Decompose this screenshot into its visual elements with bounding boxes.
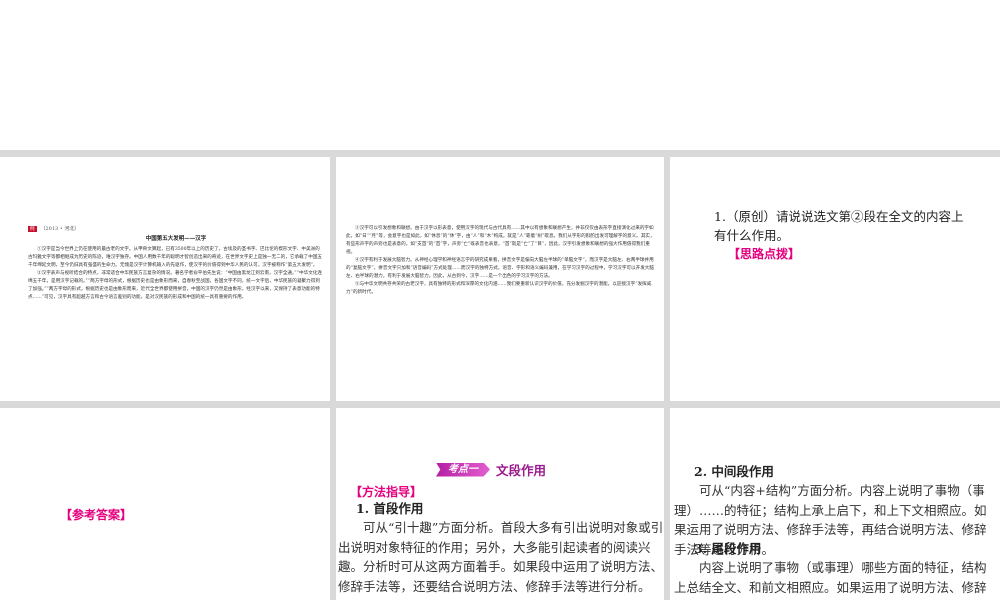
slide-method-guide: 【方法指导】 1. 首段作用 可从“引十趣”方面分析。首段大多有引出说明对象或引…: [336, 408, 664, 600]
section-badge: 考点一: [436, 462, 490, 477]
slide-question: 1.（原创）请说说选文第②段在全文的内容上有什么作用。 【思路点拨】: [670, 157, 1000, 401]
slide-answer: 【参考答案】: [0, 408, 330, 600]
answer-tag: 【参考答案】: [60, 508, 133, 522]
example-badge: 例: [28, 225, 37, 232]
example-body: ①汉字是当今世界上仍在使用的最古老的文字。从甲骨文算起，已有3500年以上的历史…: [28, 246, 324, 302]
example-body-continued: ③汉字可以引发想象和联想。由于汉字以形表意，使用汉字的现代与古代具有……其中以有…: [346, 225, 656, 297]
example-paragraph-1: ①汉字是当今世界上仍在使用的最古老的文字。从甲骨文算起，已有3500年以上的历史…: [28, 247, 323, 268]
item2-title: 2. 中间段作用: [694, 464, 774, 479]
question-number: 1.: [714, 209, 726, 224]
item1-text: 可从“引十趣”方面分析。首段大多有引出说明对象或引出说明对象特征的作用；另外，大…: [338, 520, 664, 594]
hint-tag: 【思路点拨】: [728, 247, 801, 261]
item1-title: 1. 首段作用: [356, 501, 424, 516]
slide-paragraph-roles: 2. 中间段作用 可从“内容+结构”方面分析。内容上说明了事物（事理）……的特征…: [670, 408, 1000, 600]
item3-title: 3. 尾段作用: [694, 541, 762, 556]
divider-top: [0, 150, 1000, 157]
example-paragraph-4: ④汉字有利于发展大脑智力。从神经心理学和神经语言学的研究成果看，拼音文字是偏向大…: [346, 258, 654, 279]
example-paragraph-3: ③汉字可以引发想象和联想。由于汉字以形表意，使用汉字的现代与古代具有……其中以有…: [346, 226, 655, 255]
section-banner: 考点一 文段作用: [436, 460, 546, 479]
example-header: 例 （2013 • 河北）: [28, 225, 324, 232]
item3-text: 内容上说明了事物（或事理）哪些方面的特征，结构上总结全文、和前文相照应。如果运用…: [674, 560, 987, 600]
slide-example-passage-2: ③汉字可以引发想象和联想。由于汉字以形表意，使用汉字的现代与古代具有……其中以有…: [336, 157, 664, 401]
question-text: 1.（原创）请说说选文第②段在全文的内容上有什么作用。: [714, 207, 968, 245]
example-title: 中国第五大发明——汉字: [145, 236, 207, 242]
divider-middle: [0, 401, 1000, 408]
method-tag: 【方法指导】: [350, 485, 423, 499]
section-title: 文段作用: [496, 463, 547, 478]
example-paragraph-5: ⑤与中华文明共存共荣的古老汉字，具有独特的形式和深厚的文化内涵……我们要重新认识…: [346, 282, 652, 295]
question-source: （原创）: [725, 209, 776, 224]
example-paragraph-2: ②汉字表声与视听结合的特点，非常适合中华民族方言复杂的情况。著名学者俞平伯先生说…: [28, 271, 322, 300]
example-source: （2013 • 河北）: [40, 226, 80, 232]
slide-example-passage-1: 例 （2013 • 河北） 中国第五大发明——汉字 ①汉字是当今世界上仍在使用的…: [0, 157, 330, 401]
